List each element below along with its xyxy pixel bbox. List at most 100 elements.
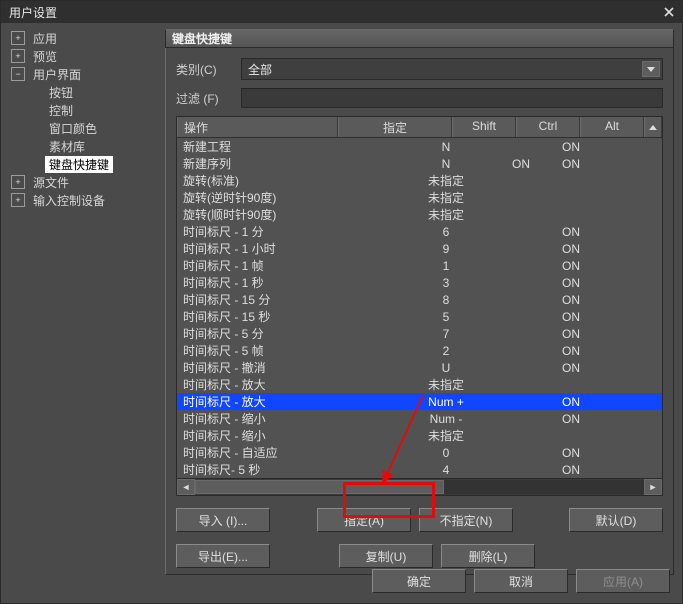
cell-assign: 5 bbox=[396, 310, 496, 324]
col-action[interactable]: 操作 bbox=[177, 117, 338, 137]
col-ctrl[interactable]: Ctrl bbox=[516, 117, 580, 137]
tree-item[interactable]: 素材库 bbox=[9, 137, 157, 155]
category-combo[interactable]: 全部 bbox=[241, 58, 663, 80]
tree-item[interactable]: + 输入控制设备 bbox=[9, 191, 157, 209]
cell-action: 时间标尺 - 撤消 bbox=[177, 359, 396, 376]
table-row[interactable]: 新建工程NON bbox=[177, 138, 662, 155]
tree-expand-icon[interactable]: + bbox=[11, 31, 25, 45]
tree-item-label: 素材库 bbox=[45, 138, 89, 155]
cell-ctrl: ON bbox=[546, 242, 596, 256]
table-row[interactable]: 时间标尺 - 放大Num +ON bbox=[177, 393, 662, 410]
cell-action: 时间标尺 - 15 分 bbox=[177, 291, 396, 308]
col-alt[interactable]: Alt bbox=[580, 117, 644, 137]
table-row[interactable]: 旋转(逆时针90度)未指定 bbox=[177, 189, 662, 206]
tree-item-label: 源文件 bbox=[29, 174, 73, 191]
export-button[interactable]: 导出(E)... bbox=[176, 544, 270, 568]
shortcut-table: 操作 指定 Shift Ctrl Alt 新建工程NON新建序列NONON旋转(… bbox=[176, 116, 663, 496]
cell-action: 旋转(逆时针90度) bbox=[177, 189, 396, 206]
table-row[interactable]: 时间标尺 - 放大未指定 bbox=[177, 376, 662, 393]
cell-assign: U bbox=[396, 361, 496, 375]
tree-item[interactable]: 控制 bbox=[9, 101, 157, 119]
table-row[interactable]: 时间标尺 - 15 分8 ON bbox=[177, 291, 662, 308]
table-row[interactable]: 旋转(顺时针90度)未指定 bbox=[177, 206, 662, 223]
cell-assign: N bbox=[396, 140, 496, 154]
cell-ctrl: ON bbox=[546, 293, 596, 307]
table-row[interactable]: 时间标尺 - 5 分7ON bbox=[177, 325, 662, 342]
scroll-left-icon[interactable]: ◄ bbox=[177, 479, 195, 495]
default-button[interactable]: 默认(D) bbox=[569, 508, 663, 532]
category-label: 类别(C) bbox=[176, 61, 231, 78]
tree-item-label: 用户界面 bbox=[29, 66, 85, 83]
table-row[interactable]: 时间标尺 - 15 秒5ON bbox=[177, 308, 662, 325]
horizontal-scrollbar[interactable]: ◄ ► bbox=[177, 478, 662, 495]
tree-item[interactable]: + 应用 bbox=[9, 29, 157, 47]
table-row[interactable]: 时间标尺 - 1 小时9ON bbox=[177, 240, 662, 257]
category-tree[interactable]: +应用+预览−用户界面按钮控制窗口颜色素材库键盘快捷键+源文件+输入控制设备 bbox=[9, 29, 157, 561]
dialog-title: 用户设置 bbox=[9, 4, 660, 21]
cell-action: 时间标尺 - 放大 bbox=[177, 393, 396, 410]
table-row[interactable]: 时间标尺- 5 秒4ON bbox=[177, 461, 662, 478]
cell-action: 时间标尺 - 缩小 bbox=[177, 427, 396, 444]
cell-ctrl: ON bbox=[546, 327, 596, 341]
table-header: 操作 指定 Shift Ctrl Alt bbox=[177, 117, 662, 138]
close-icon[interactable] bbox=[660, 5, 678, 19]
cancel-button[interactable]: 取消 bbox=[474, 569, 568, 593]
tree-item-label: 应用 bbox=[29, 30, 61, 47]
cell-assign: 2 bbox=[396, 344, 496, 358]
cell-action: 时间标尺 - 5 分 bbox=[177, 325, 396, 342]
ok-button[interactable]: 确定 bbox=[372, 569, 466, 593]
scroll-thumb[interactable] bbox=[195, 480, 444, 494]
cell-action: 时间标尺 - 5 帧 bbox=[177, 342, 396, 359]
tree-item[interactable]: −用户界面 bbox=[9, 65, 157, 83]
tree-item[interactable]: 键盘快捷键 bbox=[9, 155, 157, 173]
tree-item-label: 窗口颜色 bbox=[45, 120, 101, 137]
cell-assign: 未指定 bbox=[396, 172, 496, 189]
cell-assign: 8 bbox=[396, 293, 496, 307]
table-row[interactable]: 时间标尺 - 缩小未指定 bbox=[177, 427, 662, 444]
cell-action: 新建序列 bbox=[177, 155, 396, 172]
tree-item-label: 输入控制设备 bbox=[29, 192, 109, 209]
cell-ctrl: ON bbox=[546, 446, 596, 460]
assign-button[interactable]: 指定(A) bbox=[317, 508, 411, 532]
title-bar[interactable]: 用户设置 bbox=[1, 1, 682, 23]
cell-assign: Num - bbox=[396, 412, 496, 426]
tree-item[interactable]: 窗口颜色 bbox=[9, 119, 157, 137]
cell-assign: 未指定 bbox=[396, 376, 496, 393]
scroll-up-icon[interactable] bbox=[644, 117, 662, 137]
chevron-down-icon[interactable] bbox=[642, 61, 660, 77]
tree-expand-icon[interactable]: + bbox=[11, 49, 25, 63]
filter-input[interactable] bbox=[241, 88, 663, 108]
cell-action: 时间标尺 - 1 帧 bbox=[177, 257, 396, 274]
delete-button[interactable]: 删除(L) bbox=[441, 544, 535, 568]
scroll-track[interactable] bbox=[195, 480, 644, 494]
table-row[interactable]: 时间标尺 - 自适应0ON bbox=[177, 444, 662, 461]
tree-expand-icon[interactable]: + bbox=[11, 175, 25, 189]
col-shift[interactable]: Shift bbox=[452, 117, 516, 137]
unassign-button[interactable]: 不指定(N) bbox=[419, 508, 513, 532]
cell-action: 时间标尺 - 15 秒 bbox=[177, 308, 396, 325]
scroll-right-icon[interactable]: ► bbox=[644, 479, 662, 495]
table-row[interactable]: 新建序列NONON bbox=[177, 155, 662, 172]
table-row[interactable]: 时间标尺 - 1 帧1ON bbox=[177, 257, 662, 274]
tree-item[interactable]: +预览 bbox=[9, 47, 157, 65]
cell-assign: 未指定 bbox=[396, 206, 496, 223]
import-button[interactable]: 导入 (I)... bbox=[176, 508, 270, 532]
tree-collapse-icon[interactable]: − bbox=[11, 67, 25, 81]
table-row[interactable]: 时间标尺 - 撤消U ON bbox=[177, 359, 662, 376]
table-row[interactable]: 时间标尺 - 5 帧2ON bbox=[177, 342, 662, 359]
cell-action: 新建工程 bbox=[177, 138, 396, 155]
user-settings-dialog: 用户设置 +应用+预览−用户界面按钮控制窗口颜色素材库键盘快捷键+源文件+输入控… bbox=[0, 0, 683, 604]
tree-item[interactable]: + 源文件 bbox=[9, 173, 157, 191]
cell-ctrl: ON bbox=[546, 463, 596, 477]
apply-button[interactable]: 应用(A) bbox=[576, 569, 670, 593]
table-row[interactable]: 时间标尺 - 缩小Num -ON bbox=[177, 410, 662, 427]
copy-button[interactable]: 复制(U) bbox=[339, 544, 433, 568]
cell-ctrl: ON bbox=[546, 361, 596, 375]
col-assign[interactable]: 指定 bbox=[338, 117, 452, 137]
tree-expand-icon[interactable]: + bbox=[11, 193, 25, 207]
table-row[interactable]: 时间标尺 - 1 分6ON bbox=[177, 223, 662, 240]
tree-item[interactable]: 按钮 bbox=[9, 83, 157, 101]
table-row[interactable]: 旋转(标准)未指定 bbox=[177, 172, 662, 189]
table-row[interactable]: 时间标尺 - 1 秒3ON bbox=[177, 274, 662, 291]
category-value: 全部 bbox=[248, 61, 272, 78]
